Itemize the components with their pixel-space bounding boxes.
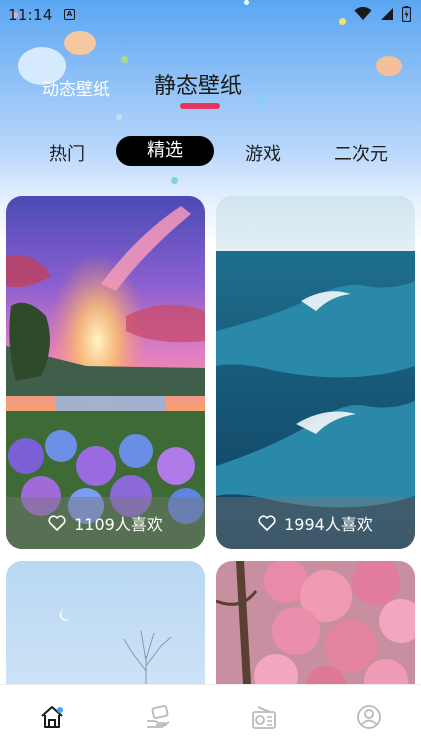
radio-icon [252, 706, 276, 729]
battery-icon [402, 6, 411, 22]
tab-active-indicator [180, 103, 220, 109]
app-notification-icon: A [64, 9, 75, 20]
status-icons [354, 6, 411, 22]
tab-dynamic-wallpaper[interactable]: 动态壁纸 [42, 75, 110, 100]
bottom-navigation [0, 684, 421, 750]
confetti-decoration [64, 31, 96, 55]
profile-icon [357, 705, 381, 729]
like-bar: 1994人喜欢 [216, 497, 415, 549]
home-icon [41, 706, 63, 728]
like-bar: 1109人喜欢 [6, 497, 205, 549]
category-anime[interactable]: 二次元 [334, 140, 388, 166]
nav-radio[interactable] [250, 703, 278, 731]
wallpaper-card-blossoms[interactable] [216, 561, 415, 701]
nav-home[interactable] [38, 703, 66, 731]
category-featured[interactable]: 精选 [116, 136, 214, 166]
like-count: 1109人喜欢 [74, 515, 163, 534]
hand-card-icon [147, 705, 170, 728]
wallpaper-card-sunset[interactable]: 1109人喜欢 [6, 196, 205, 549]
confetti-decoration [121, 56, 128, 63]
wallpaper-card-ocean[interactable]: 1994人喜欢 [216, 196, 415, 549]
wallpaper-image-blossoms [216, 561, 415, 701]
confetti-decoration [376, 56, 402, 76]
status-bar: 11:14 A [0, 0, 421, 30]
like-count: 1994人喜欢 [284, 515, 373, 534]
confetti-decoration [258, 97, 265, 104]
tab-static-wallpaper[interactable]: 静态壁纸 [154, 68, 242, 100]
confetti-decoration [171, 177, 178, 184]
category-games[interactable]: 游戏 [245, 140, 281, 166]
nav-cards[interactable] [144, 703, 172, 731]
wallpaper-card-winter-tree[interactable] [6, 561, 205, 701]
heart-outline-icon[interactable] [48, 515, 66, 531]
wifi-icon [354, 7, 372, 20]
wallpaper-image-winter-tree [6, 561, 205, 701]
wallpaper-app-screen: 11:14 A 动态壁纸 静态壁纸 热门 精选 游戏 二次元 1109人喜欢 1… [0, 0, 421, 750]
category-hot[interactable]: 热门 [49, 140, 85, 166]
nav-profile[interactable] [355, 703, 383, 731]
status-time: 11:14 [8, 6, 53, 24]
heart-outline-icon[interactable] [258, 515, 276, 531]
confetti-decoration [116, 114, 122, 120]
signal-icon [381, 8, 393, 20]
